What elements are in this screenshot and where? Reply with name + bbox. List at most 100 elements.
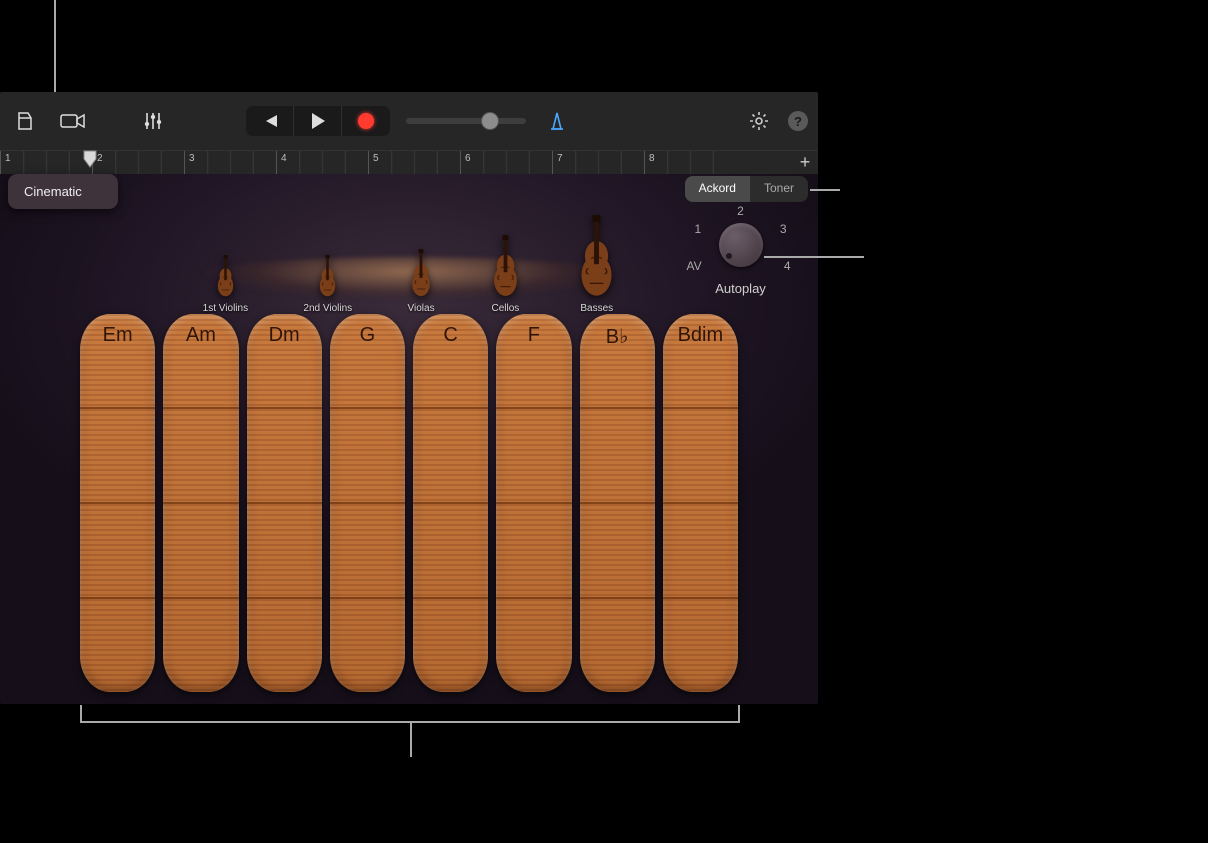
ruler-bar[interactable]: 1 [0, 151, 92, 174]
record-icon [358, 113, 374, 129]
autoplay-knob-wrap: AV 1 2 3 4 [701, 212, 781, 277]
chord-segment[interactable] [247, 409, 322, 504]
chord-segment[interactable] [496, 599, 571, 692]
playhead-icon[interactable] [83, 150, 97, 174]
chord-segment[interactable] [163, 409, 238, 504]
instrument-1st-violins[interactable]: 1st Violins [203, 255, 248, 314]
instrument-label: Basses [580, 303, 613, 314]
callout-line [54, 0, 56, 92]
chord-label: Dm [269, 314, 300, 347]
chord-segment[interactable] [580, 599, 655, 692]
ruler-bar[interactable]: 7 [552, 151, 644, 174]
toolbar-right-group: ? [744, 107, 808, 135]
chord-segment[interactable] [663, 504, 738, 599]
help-button[interactable]: ? [788, 111, 808, 131]
transport-group [246, 106, 572, 136]
chord-strip-b: B♭ [580, 314, 655, 692]
chord-strip-g: G [330, 314, 405, 692]
chord-segment[interactable] [80, 409, 155, 504]
chord-strips: EmAm Dm G C F B♭ Bdim [80, 314, 738, 692]
chord-segment[interactable]: C [413, 314, 488, 409]
segment-ackord[interactable]: Ackord [685, 176, 750, 202]
browser-icon[interactable] [10, 107, 40, 135]
instrument-label: 2nd Violins [303, 303, 352, 314]
chord-segment[interactable] [580, 504, 655, 599]
chord-segment[interactable]: F [496, 314, 571, 409]
metronome-icon[interactable] [542, 107, 572, 135]
chord-segment[interactable] [163, 599, 238, 692]
record-button[interactable] [342, 106, 390, 136]
chord-segment[interactable]: Am [163, 314, 238, 409]
rewind-button[interactable] [246, 106, 294, 136]
chord-segment[interactable] [247, 599, 322, 692]
chord-strip-c: C [413, 314, 488, 692]
chord-strip-bdim: Bdim [663, 314, 738, 692]
mixer-icon[interactable] [138, 107, 168, 135]
autoplay-knob[interactable] [719, 223, 763, 267]
chord-label: G [360, 314, 376, 347]
instrument-label: 1st Violins [203, 303, 248, 314]
chord-segment[interactable] [163, 504, 238, 599]
chord-segment[interactable] [663, 409, 738, 504]
chord-segment[interactable] [496, 409, 571, 504]
toolbar-left-group [10, 107, 88, 135]
ruler-bar[interactable]: 2 [92, 151, 184, 174]
autoplay-tick-av: AV [687, 259, 702, 273]
instrument-basses[interactable]: Basses [576, 215, 617, 314]
master-volume-slider[interactable] [406, 118, 526, 124]
chord-strip-am: Am [163, 314, 238, 692]
chord-segment[interactable]: Dm [247, 314, 322, 409]
chord-label: Bdim [678, 314, 724, 347]
chord-segment[interactable] [413, 504, 488, 599]
chord-segment[interactable] [496, 504, 571, 599]
instrument-violas[interactable]: Violas [408, 249, 435, 314]
chord-segment[interactable] [80, 504, 155, 599]
chord-segment[interactable] [247, 504, 322, 599]
autoplay-tick-3: 3 [780, 222, 787, 236]
ruler-bar[interactable]: 4 [276, 151, 368, 174]
transport-controls [246, 106, 390, 136]
chord-strip-dm: Dm [247, 314, 322, 692]
autoplay-tick-2: 2 [737, 204, 744, 218]
chord-segment[interactable]: G [330, 314, 405, 409]
ruler-bar[interactable]: 8 [644, 151, 736, 174]
chord-segment[interactable]: Bdim [663, 314, 738, 409]
autoplay-control: AV 1 2 3 4 Autoplay [673, 212, 808, 296]
settings-gear-icon[interactable] [744, 107, 774, 135]
chord-label: F [528, 314, 540, 347]
preset-selector[interactable]: Cinematic [8, 174, 118, 209]
instrument-label: Violas [408, 303, 435, 314]
chord-segment[interactable] [330, 504, 405, 599]
chord-segment[interactable]: B♭ [580, 314, 655, 409]
camera-icon[interactable] [58, 107, 88, 135]
chord-segment[interactable] [413, 409, 488, 504]
play-button[interactable] [294, 106, 342, 136]
instrument-cellos[interactable]: Cellos [490, 235, 521, 314]
callout-line [80, 705, 82, 723]
chord-strip-f: F [496, 314, 571, 692]
segment-toner[interactable]: Toner [750, 176, 808, 202]
ruler-bar[interactable]: 6 [460, 151, 552, 174]
add-section-button[interactable]: + [792, 151, 818, 174]
chord-note-segment: Ackord Toner [685, 176, 808, 202]
autoplay-tick-1: 1 [695, 222, 702, 236]
chord-segment[interactable] [413, 599, 488, 692]
callout-line [410, 721, 412, 757]
ruler-bar[interactable]: 5 [368, 151, 460, 174]
chord-strip-em: Em [80, 314, 155, 692]
chord-segment[interactable] [663, 599, 738, 692]
chord-segment[interactable] [330, 599, 405, 692]
volume-thumb[interactable] [481, 112, 499, 130]
chord-segment[interactable] [580, 409, 655, 504]
ruler-bar[interactable]: 3 [184, 151, 276, 174]
chord-segment[interactable] [330, 409, 405, 504]
top-toolbar: ? [0, 92, 818, 150]
chord-segment[interactable]: Em [80, 314, 155, 409]
timeline-ruler[interactable]: 12345678 + [0, 150, 818, 174]
chord-segment[interactable] [80, 599, 155, 692]
chord-label: B♭ [606, 314, 629, 349]
instrument-2nd-violins[interactable]: 2nd Violins [303, 255, 352, 314]
callout-line [80, 721, 740, 723]
garageband-smart-strings-window: ? 12345678+ Cinematic Ackord Toner AV 1 … [0, 92, 818, 704]
instrument-stage: 1st Violins 2nd Violins Violas Cellos Ba… [175, 174, 645, 314]
